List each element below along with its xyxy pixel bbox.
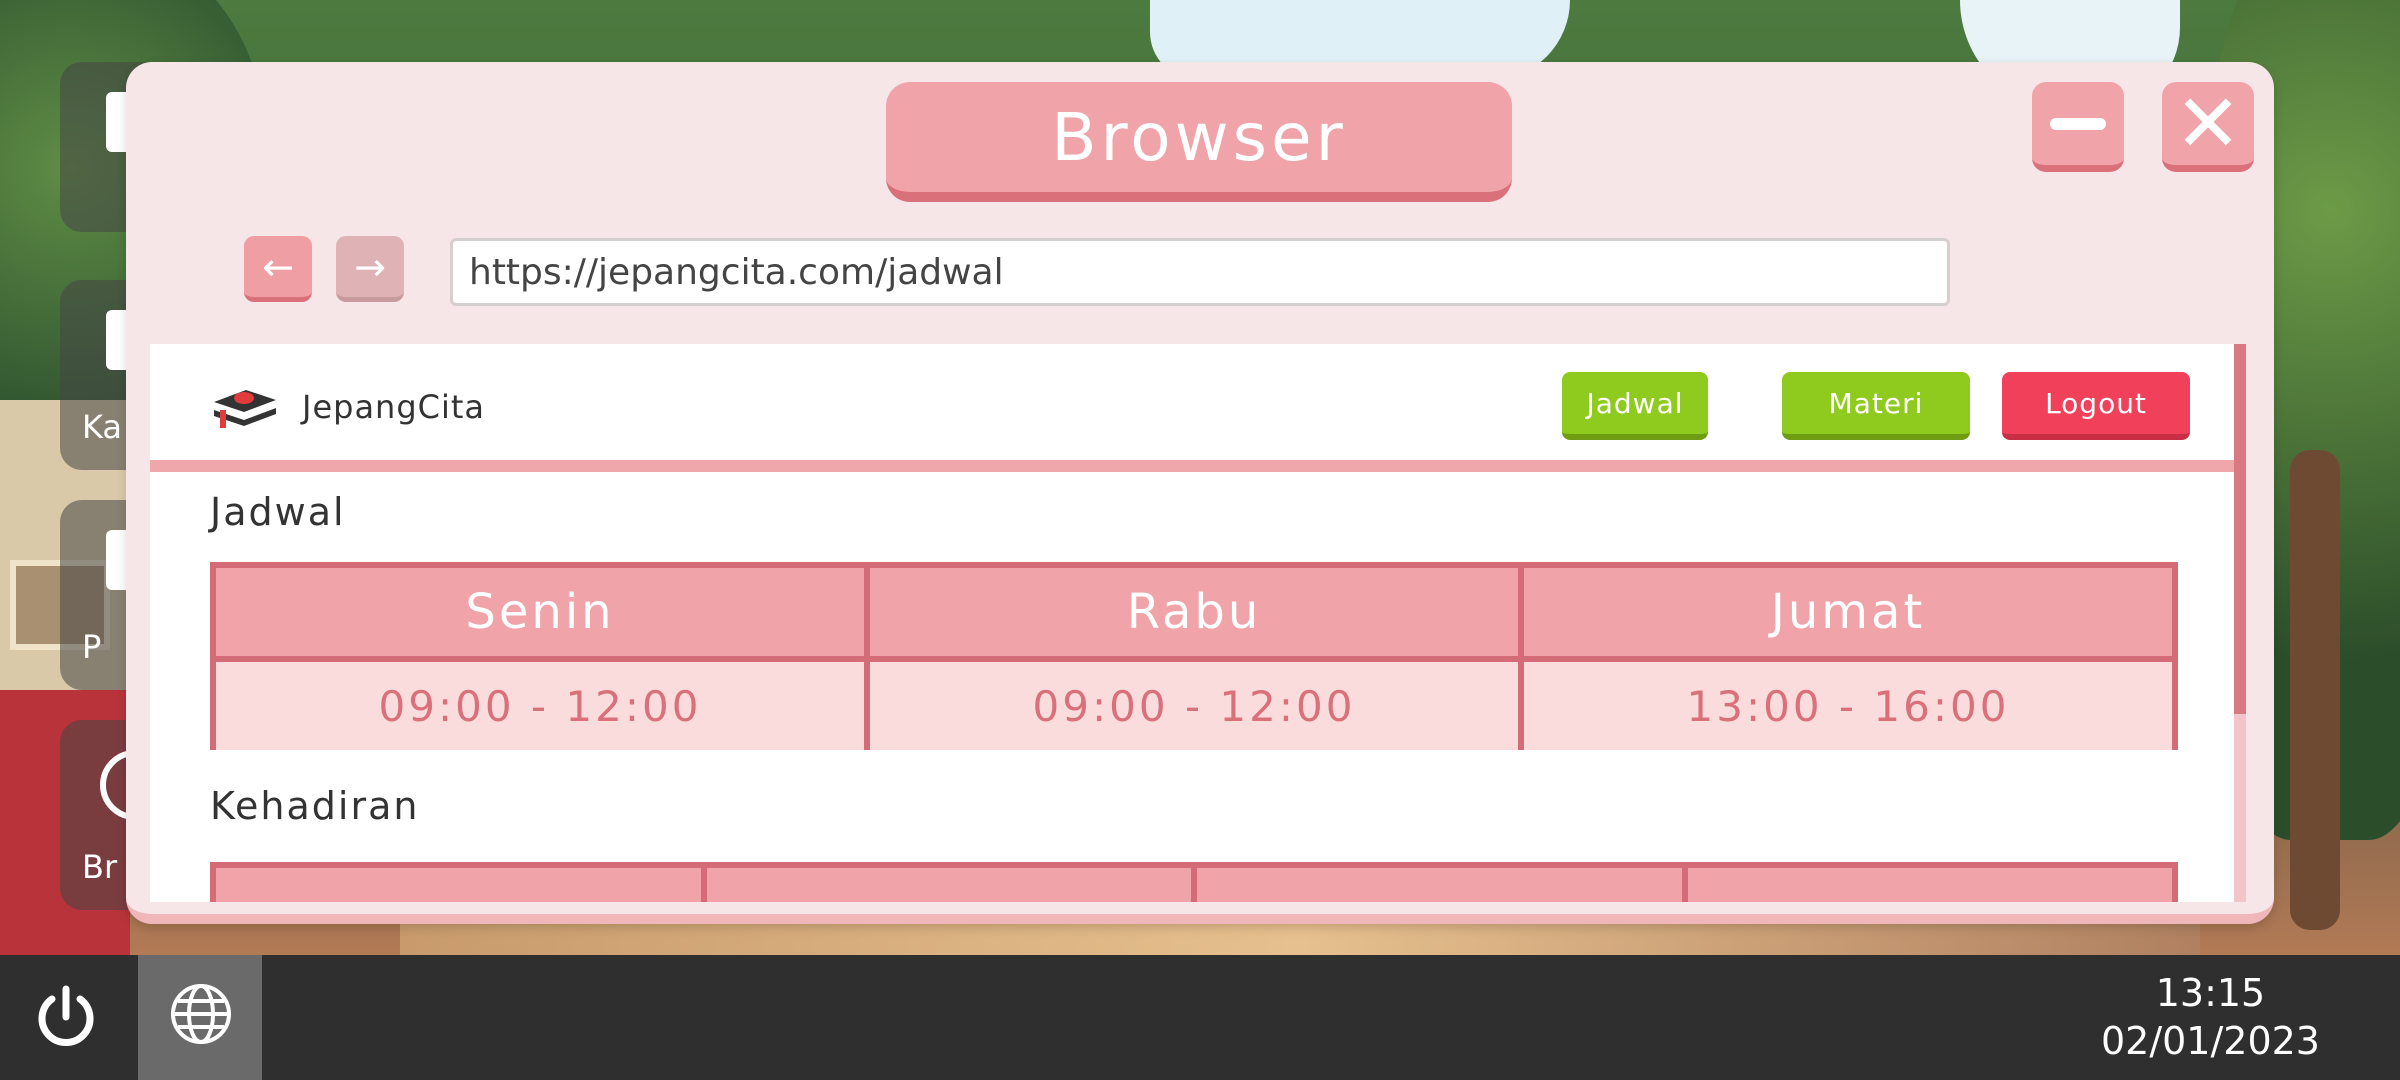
desktop-icon-label: Ka (82, 408, 123, 446)
section-title-jadwal: Jadwal (210, 490, 346, 534)
taskbar-clock: 13:15 02/01/2023 (2101, 971, 2320, 1063)
url-input[interactable]: https://jepangcita.com/jadwal (450, 238, 1950, 306)
taskbar: 13:15 02/01/2023 (0, 955, 2400, 1080)
attendance-header-cell (1197, 868, 1682, 902)
minimize-icon (2050, 117, 2106, 130)
schedule-time: 13:00 - 16:00 (1524, 662, 2172, 750)
page-scrollbar-thumb[interactable] (2234, 344, 2246, 714)
attendance-header-cell (706, 868, 1191, 902)
logout-button[interactable]: Logout (2002, 372, 2190, 440)
globe-icon (171, 984, 231, 1044)
taskbar-browser-button[interactable] (138, 955, 262, 1080)
nav-materi-button[interactable]: Materi (1782, 372, 1970, 440)
close-icon: ✕ (2174, 76, 2242, 170)
attendance-header-cell (1687, 868, 2172, 902)
wallpaper-tree-trunk (2290, 450, 2340, 930)
close-button[interactable]: ✕ (2162, 82, 2254, 172)
forward-button[interactable]: → (336, 236, 404, 302)
jepangcita-logo-icon (214, 390, 276, 428)
site-brand: JepangCita (302, 388, 486, 426)
schedule-time: 09:00 - 12:00 (870, 662, 1518, 750)
attendance-header-cell (216, 868, 701, 902)
page-scrollbar[interactable] (2234, 344, 2246, 902)
page-viewport: JepangCita Jadwal Materi Logout Jadwal S… (150, 344, 2246, 902)
schedule-day: Senin (216, 568, 864, 656)
site-header: JepangCita Jadwal Materi Logout (150, 344, 2234, 472)
desktop-icon-label: P (82, 628, 102, 666)
section-title-kehadiran: Kehadiran (210, 784, 420, 828)
arrow-left-icon: ← (262, 244, 294, 289)
browser-window: Browser ✕ ← → https://jepangcita.com/jad… (126, 62, 2274, 924)
clock-date: 02/01/2023 (2100, 1019, 2320, 1063)
schedule-day: Rabu (870, 568, 1518, 656)
power-icon[interactable] (30, 981, 102, 1053)
clock-time: 13:15 (2155, 971, 2266, 1015)
attendance-table (210, 862, 2178, 902)
schedule-table: Senin Rabu Jumat 09:00 - 12:00 09:00 - 1… (210, 562, 2178, 750)
back-button[interactable]: ← (244, 236, 312, 302)
window-title: Browser (886, 82, 1512, 202)
arrow-right-icon: → (354, 244, 386, 289)
nav-jadwal-button[interactable]: Jadwal (1562, 372, 1708, 440)
desktop-icon-label: Br (82, 848, 118, 886)
minimize-button[interactable] (2032, 82, 2124, 172)
schedule-day: Jumat (1524, 568, 2172, 656)
schedule-time: 09:00 - 12:00 (216, 662, 864, 750)
